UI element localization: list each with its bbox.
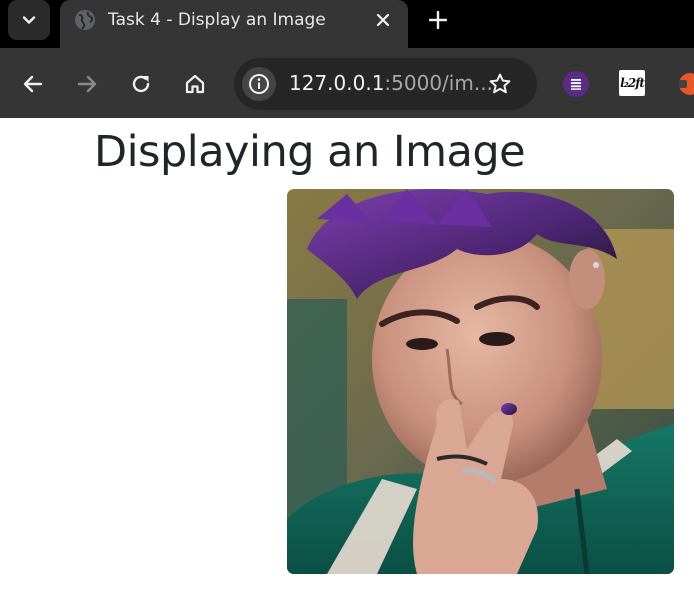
url-host: 127.0.0.1 <box>289 71 385 95</box>
home-button[interactable] <box>182 71 208 97</box>
arrow-right-icon <box>77 75 97 93</box>
info-icon <box>249 74 269 94</box>
page-title: Displaying an Image <box>94 127 526 177</box>
displayed-photo <box>287 189 674 574</box>
tab-search-button[interactable] <box>8 0 50 40</box>
portrait-image <box>287 189 674 574</box>
url-text[interactable]: 127.0.0.1:5000/im... <box>289 71 493 95</box>
star-icon <box>489 73 511 94</box>
reload-button[interactable] <box>128 71 154 97</box>
home-icon <box>185 74 205 94</box>
plus-icon <box>429 11 447 29</box>
site-info-button[interactable] <box>242 67 276 101</box>
browser-toolbar: 127.0.0.1:5000/im... l₂2ft <box>0 48 694 118</box>
extension-logo-text: l₂2ft <box>620 76 645 90</box>
globe-icon <box>75 10 95 30</box>
arrow-left-icon <box>23 75 43 93</box>
tab-title: Task 4 - Display an Image <box>108 10 326 30</box>
active-tab[interactable]: Task 4 - Display an Image <box>60 0 408 48</box>
chevron-down-icon <box>22 16 36 24</box>
url-path: :5000/im... <box>384 71 493 95</box>
page-content: Displaying an Image <box>0 118 694 616</box>
back-button[interactable] <box>20 71 46 97</box>
extension-icon-logo[interactable]: l₂2ft <box>619 70 645 96</box>
tab-strip: Task 4 - Display an Image <box>0 0 694 48</box>
bookmark-button[interactable] <box>487 71 513 97</box>
close-tab-button[interactable] <box>372 9 394 31</box>
address-bar[interactable]: 127.0.0.1:5000/im... <box>234 58 537 110</box>
extension-icon-speaker[interactable] <box>677 71 694 97</box>
extension-icon-purple[interactable] <box>563 71 589 97</box>
list-icon <box>571 79 581 90</box>
new-tab-button[interactable] <box>424 6 452 34</box>
forward-button[interactable] <box>74 71 100 97</box>
reload-icon <box>132 75 150 93</box>
close-icon <box>376 13 390 27</box>
